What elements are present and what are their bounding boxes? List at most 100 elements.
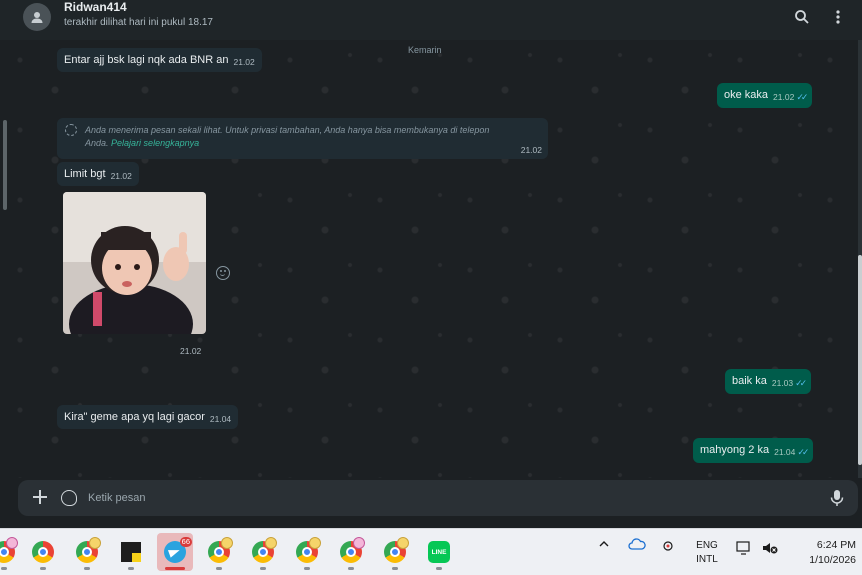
message-time: 21.02 — [520, 145, 542, 155]
clock-date: 1/10/2026 — [809, 554, 856, 566]
image-message[interactable] — [63, 192, 206, 334]
view-once-icon — [65, 124, 77, 136]
volume-muted-icon[interactable] — [762, 541, 778, 558]
keyboard-layout: INTL — [696, 554, 718, 565]
taskbar-sticky-notes[interactable] — [113, 533, 149, 571]
profile-badge — [6, 537, 18, 549]
chevron-up-icon — [599, 541, 609, 547]
profile-badge — [309, 537, 321, 549]
composer-bar — [0, 478, 862, 528]
taskbar-line[interactable]: LINE — [421, 533, 457, 571]
taskbar-chrome-profile[interactable] — [333, 533, 369, 571]
search-icon — [795, 10, 809, 24]
composer — [18, 480, 858, 516]
running-indicator — [84, 567, 90, 570]
message-time: 21.04 — [209, 414, 232, 424]
message-time: 21.03 — [771, 378, 794, 388]
running-indicator — [348, 567, 354, 570]
pin-icon — [663, 541, 673, 551]
scrollbar-thumb[interactable] — [858, 255, 862, 465]
read-ticks-icon: ✓✓ — [796, 92, 808, 102]
contact-name[interactable]: Ridwan414 — [64, 0, 127, 14]
reaction-emoji-icon[interactable] — [216, 266, 230, 280]
last-seen-status: terakhir dilihat hari ini pukul 18.17 — [64, 17, 213, 28]
network-icon[interactable] — [736, 541, 752, 558]
message-bubble-incoming[interactable]: Limit bgt 21.02 — [57, 162, 139, 186]
profile-badge — [221, 537, 233, 549]
message-input[interactable] — [88, 487, 788, 509]
sticker-icon[interactable] — [61, 490, 77, 506]
message-text: Entar ajj bsk lagi nqk ada BNR an — [64, 54, 229, 66]
tray-overflow-chevron-icon[interactable] — [598, 538, 610, 553]
monitor-network-icon — [736, 541, 750, 555]
language-code: ENG — [696, 540, 718, 551]
running-indicator — [128, 567, 134, 570]
message-text: Kira" geme apa yq lagi gacor — [64, 411, 205, 423]
chat-scrollbar[interactable] — [858, 40, 862, 478]
windows-taskbar: 66 LINE ENG INTL 6:24 PM 1/10/2026 — [0, 528, 862, 575]
message-text: Limit bgt — [64, 168, 106, 180]
sticky-notes-icon — [121, 542, 141, 562]
taskbar-chrome-profile[interactable] — [289, 533, 325, 571]
message-bubble-outgoing[interactable]: baik ka 21.03 ✓✓ — [725, 369, 812, 394]
onedrive-cloud-icon[interactable] — [628, 537, 646, 554]
message-text: mahyong 2 ka — [700, 444, 770, 456]
kebab-menu-icon — [836, 10, 840, 24]
contact-avatar[interactable] — [23, 3, 51, 31]
message-bubble-incoming[interactable]: Entar ajj bsk lagi nqk ada BNR an 21.02 — [57, 48, 262, 72]
taskbar-chrome-profile[interactable] — [245, 533, 281, 571]
read-ticks-icon: ✓✓ — [795, 378, 807, 388]
taskbar-chrome[interactable] — [25, 533, 61, 571]
cloud-icon — [628, 538, 646, 550]
running-indicator — [304, 567, 310, 570]
message-bubble-incoming[interactable]: Kira" geme apa yq lagi gacor 21.04 — [57, 405, 239, 429]
notification-badge: 66 — [179, 537, 192, 547]
running-indicator — [260, 567, 266, 570]
person-icon — [31, 12, 43, 23]
running-indicator — [436, 567, 442, 570]
message-time: 21.02 — [180, 346, 202, 356]
taskbar-chrome-profile[interactable] — [0, 533, 22, 571]
view-once-notice: Anda menerima pesan sekali lihat. Untuk … — [57, 118, 548, 159]
running-indicator — [40, 567, 46, 570]
input-language-indicator[interactable]: ENG INTL — [690, 539, 724, 567]
location-pin-icon[interactable] — [661, 537, 675, 556]
taskbar-telegram[interactable]: 66 — [157, 533, 193, 571]
message-list[interactable]: Kemarin Entar ajj bsk lagi nqk ada BNR a… — [0, 40, 862, 478]
running-indicator — [216, 567, 222, 570]
message-time: 21.02 — [233, 57, 255, 67]
clock-time: 6:24 PM — [816, 539, 856, 551]
message-time: 21.02 — [773, 92, 795, 102]
whatsapp-window: Ridwan414 terakhir dilihat hari ini puku… — [0, 0, 862, 528]
message-text: oke kaka — [724, 89, 769, 101]
message-time: 21.02 — [110, 171, 132, 181]
message-bubble-outgoing[interactable]: oke kaka 21.02 ✓✓ — [717, 83, 813, 108]
learn-more-link[interactable]: Pelajari selengkapnya — [111, 138, 199, 148]
message-time: 21.04 — [774, 447, 796, 457]
notice-text: Anda menerima pesan sekali lihat. Untuk … — [85, 124, 505, 150]
taskbar-chrome-profile[interactable] — [201, 533, 237, 571]
menu-button[interactable] — [828, 7, 848, 27]
profile-badge — [265, 537, 277, 549]
line-icon: LINE — [428, 541, 450, 563]
microphone-icon[interactable] — [830, 489, 844, 507]
attach-plus-icon[interactable] — [31, 488, 49, 506]
profile-badge — [89, 537, 101, 549]
running-indicator — [165, 567, 185, 570]
chrome-icon — [32, 541, 54, 563]
read-ticks-icon: ✓✓ — [797, 447, 809, 457]
chat-header: Ridwan414 terakhir dilihat hari ini puku… — [0, 0, 862, 40]
speaker-muted-icon — [763, 543, 778, 554]
photo-child-thumbs-up — [63, 192, 206, 334]
message-bubble-outgoing[interactable]: mahyong 2 ka 21.04 ✓✓ — [693, 438, 814, 463]
message-text: baik ka — [732, 375, 767, 387]
running-indicator — [392, 567, 398, 570]
taskbar-chrome-profile[interactable] — [377, 533, 413, 571]
profile-badge — [353, 537, 365, 549]
sidebar-scrollbar[interactable] — [3, 120, 7, 210]
search-button[interactable] — [792, 7, 812, 27]
running-indicator — [1, 567, 7, 570]
taskbar-chrome-profile[interactable] — [69, 533, 105, 571]
system-clock[interactable]: 6:24 PM 1/10/2026 — [786, 538, 856, 568]
profile-badge — [397, 537, 409, 549]
